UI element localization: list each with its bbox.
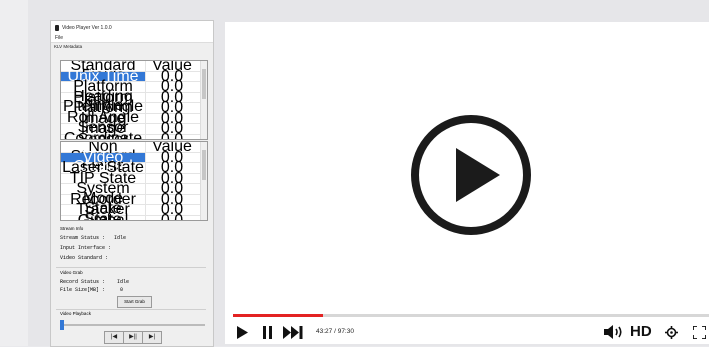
input-interface-label: Input Interface : — [60, 245, 112, 251]
nonstd-scrollbar-thumb[interactable] — [202, 150, 206, 180]
play-pause-button[interactable]: ▶|| — [123, 331, 143, 344]
video-grab-label: Video Grab — [60, 270, 83, 275]
nonstandard-fields-table[interactable]: Non Standard Fields Value Video Channel0… — [60, 141, 208, 221]
hd-quality-label[interactable]: HD — [630, 320, 652, 344]
pause-icon[interactable] — [261, 320, 273, 344]
fullscreen-icon[interactable] — [691, 320, 707, 344]
big-play-icon[interactable] — [408, 112, 534, 238]
app-title: Video Player Ver 1.0.0 — [62, 24, 112, 31]
record-status-label: Record Status : — [60, 279, 106, 285]
start-grab-button[interactable]: Start Grab — [117, 296, 152, 308]
total-time: 97:30 — [337, 328, 354, 335]
menu-file[interactable]: File — [55, 35, 63, 41]
skip-next-icon[interactable] — [282, 320, 304, 344]
record-status-value: Idle — [117, 279, 130, 285]
next-button[interactable]: ▶| — [142, 331, 162, 344]
nonstd-scrollbar[interactable] — [200, 142, 207, 220]
video-playback-label: Video Playback — [60, 311, 91, 316]
klv-field-cell: Sensor Latitude — [61, 131, 146, 139]
nonstd-table-row[interactable]: Gimbal Mount Position 0.0 — [61, 211, 207, 221]
video-player[interactable]: 43:27 / 97:30 HD — [225, 22, 709, 344]
file-size-label: File Size[MB] : — [60, 287, 106, 293]
app-icon — [55, 24, 59, 31]
klv-group-label: KLV Metadata — [54, 44, 83, 49]
previous-button[interactable]: |◀ — [104, 331, 124, 344]
play-icon[interactable] — [235, 320, 249, 344]
progress-bar[interactable] — [233, 314, 709, 317]
klv-value-cell: 0.0 — [160, 130, 184, 140]
klv-scrollbar-thumb[interactable] — [202, 69, 206, 99]
time-display: 43:27 / 97:30 — [316, 320, 354, 344]
file-size-value: 0 — [120, 287, 124, 293]
divider — [56, 309, 206, 310]
left-margin — [0, 0, 28, 346]
klv-table-row[interactable]: Sensor Latitude 0.0 — [61, 130, 207, 140]
volume-icon[interactable] — [603, 320, 625, 344]
nonstd-value-cell: 0.0 — [160, 211, 184, 221]
stream-info-label: Stream Info — [60, 226, 84, 231]
app-titlebar: Video Player Ver 1.0.0 — [51, 21, 213, 34]
klv-metadata-table[interactable]: Standard Fields Value Unix Time Stamp0.0… — [60, 60, 208, 140]
klv-scrollbar[interactable] — [200, 61, 207, 139]
stream-status-row: Stream Status : Idle — [60, 234, 126, 243]
nonstd-field-cell: Gimbal Mount Position — [61, 212, 146, 220]
stream-status-label: Stream Status : — [60, 235, 106, 241]
player-controls: 43:27 / 97:30 HD — [225, 320, 709, 344]
playback-slider-knob[interactable] — [60, 320, 64, 330]
playback-slider[interactable] — [60, 320, 205, 330]
video-standard-label: Video Standard : — [60, 255, 109, 261]
menu-bar: File — [51, 34, 213, 43]
stream-status-value: Idle — [114, 235, 127, 241]
file-size-row: File Size[MB] : 0 — [60, 286, 123, 295]
current-time: 43:27 — [316, 328, 333, 335]
progress-bar-played — [233, 314, 324, 317]
settings-gear-icon[interactable] — [663, 320, 679, 344]
divider — [56, 267, 206, 268]
